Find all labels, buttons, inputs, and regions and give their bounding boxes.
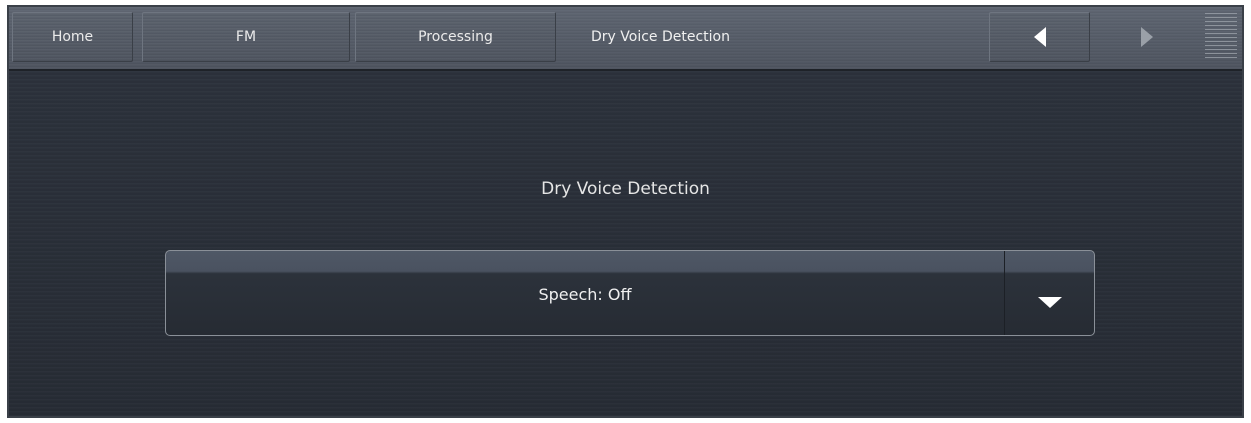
main-content: Dry Voice Detection Speech: Off — [9, 71, 1242, 416]
dropdown-arrow-button[interactable] — [1004, 251, 1094, 335]
processing-button[interactable]: Processing — [355, 12, 556, 62]
processing-button-label: Processing — [418, 29, 493, 45]
fm-button[interactable]: FM — [142, 12, 350, 62]
home-button[interactable]: Home — [12, 12, 133, 62]
fm-button-label: FM — [235, 29, 257, 45]
breadcrumb-current: Dry Voice Detection — [591, 12, 730, 62]
dropdown-value-label: Speech: Off — [538, 284, 632, 304]
menu-lines-icon[interactable] — [1205, 13, 1237, 61]
app-window: Home FM Processing Dry Voice Detection D… — [7, 5, 1244, 418]
triangle-down-icon — [1038, 296, 1062, 308]
forward-button[interactable] — [1099, 12, 1194, 62]
dropdown-selected-value: Speech: Off — [166, 251, 1004, 335]
home-button-label: Home — [51, 29, 94, 45]
back-button[interactable] — [989, 12, 1090, 62]
top-navigation-bar: Home FM Processing Dry Voice Detection — [9, 7, 1242, 71]
page-title: Dry Voice Detection — [541, 179, 710, 199]
speech-dropdown[interactable]: Speech: Off — [165, 250, 1095, 336]
triangle-right-icon — [1140, 27, 1153, 47]
breadcrumb-current-label: Dry Voice Detection — [591, 29, 730, 45]
triangle-left-icon — [1033, 27, 1046, 47]
